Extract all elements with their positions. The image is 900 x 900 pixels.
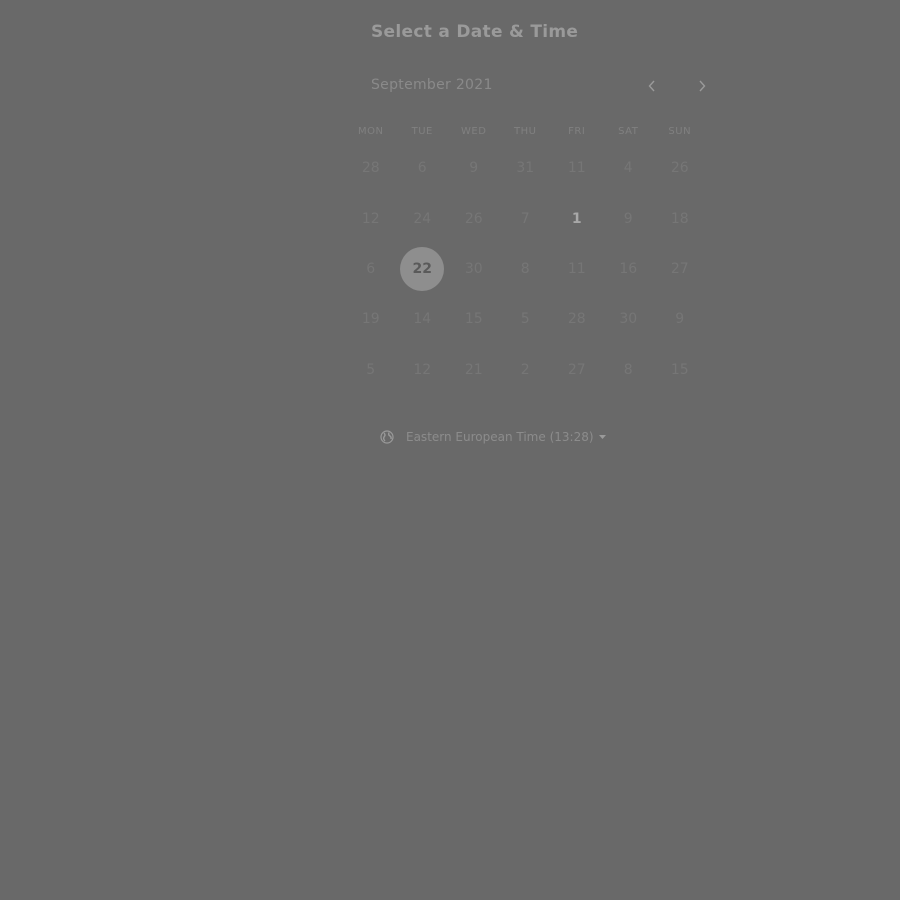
chevron-left-icon <box>648 80 655 92</box>
calendar-day[interactable]: 18 <box>654 193 706 243</box>
page-title: Select a Date & Time <box>371 22 579 42</box>
selected-day[interactable]: 22 <box>397 244 449 294</box>
globe-icon <box>380 430 394 444</box>
calendar-day[interactable]: 28 <box>345 143 397 193</box>
month-label: September 2021 <box>371 77 493 93</box>
calendar-day[interactable]: 9 <box>603 193 655 243</box>
calendar-day[interactable]: 5 <box>345 345 397 395</box>
weekday-label: FRI <box>568 126 586 137</box>
calendar-day[interactable]: 30 <box>603 294 655 344</box>
calendar-day[interactable]: 8 <box>500 244 552 294</box>
calendar-day[interactable]: 14 <box>397 294 449 344</box>
weekday-label: SAT <box>618 126 639 137</box>
calendar-day[interactable]: 5 <box>500 294 552 344</box>
calendar-day[interactable]: 4 <box>603 143 655 193</box>
calendar-day[interactable]: 6 <box>345 244 397 294</box>
calendar-day[interactable]: 9 <box>654 294 706 344</box>
calendar-day[interactable]: 11 <box>551 143 603 193</box>
calendar-day[interactable]: 2 <box>500 345 552 395</box>
calendar-day[interactable]: 11 <box>551 244 603 294</box>
weekday-label: SUN <box>668 126 692 137</box>
calendar-day[interactable]: 12 <box>345 193 397 243</box>
previous-month-button[interactable] <box>641 76 663 96</box>
calendar-grid: 28 6 9 31 11 4 26 12 24 26 7 1 9 18 6 22 30 8 11 16 27 19 14 15… <box>345 143 705 395</box>
calendar-day[interactable]: 30 <box>448 244 500 294</box>
calendar-day[interactable]: 21 <box>448 345 500 395</box>
calendar-day[interactable]: 19 <box>345 294 397 344</box>
calendar-day[interactable]: 24 <box>397 193 449 243</box>
calendar-day[interactable]: 26 <box>654 143 706 193</box>
weekday-label: MON <box>358 126 384 137</box>
calendar-day[interactable]: 7 <box>500 193 552 243</box>
calendar-day[interactable]: 28 <box>551 294 603 344</box>
month-navigation: September 2021 <box>371 76 716 96</box>
calendar-day[interactable]: 15 <box>654 345 706 395</box>
caret-down-icon <box>598 435 606 439</box>
calendar-day[interactable]: 9 <box>448 143 500 193</box>
weekday-header: MON TUE WED THU FRI SAT SUN <box>345 125 705 139</box>
next-month-button[interactable] <box>691 76 713 96</box>
calendar-day[interactable]: 15 <box>448 294 500 344</box>
weekday-label: WED <box>461 126 487 137</box>
calendar-day[interactable]: 12 <box>397 345 449 395</box>
calendar-day[interactable]: 6 <box>397 143 449 193</box>
weekday-label: THU <box>514 126 537 137</box>
calendar-day[interactable]: 26 <box>448 193 500 243</box>
calendar-day[interactable]: 1 <box>551 193 603 243</box>
calendar-day[interactable]: 27 <box>654 244 706 294</box>
date-time-picker: Select a Date & Time September 2021 MON T… <box>358 0 716 470</box>
calendar-day[interactable]: 27 <box>551 345 603 395</box>
calendar-day[interactable]: 16 <box>603 244 655 294</box>
timezone-label: Eastern European Time (13:28) <box>406 430 594 444</box>
calendar-day[interactable]: 31 <box>500 143 552 193</box>
calendar-day[interactable]: 8 <box>603 345 655 395</box>
weekday-label: TUE <box>411 126 433 137</box>
chevron-right-icon <box>699 80 706 92</box>
selected-day-label: 22 <box>412 260 432 277</box>
timezone-selector[interactable]: Eastern European Time (13:28) <box>380 429 606 445</box>
